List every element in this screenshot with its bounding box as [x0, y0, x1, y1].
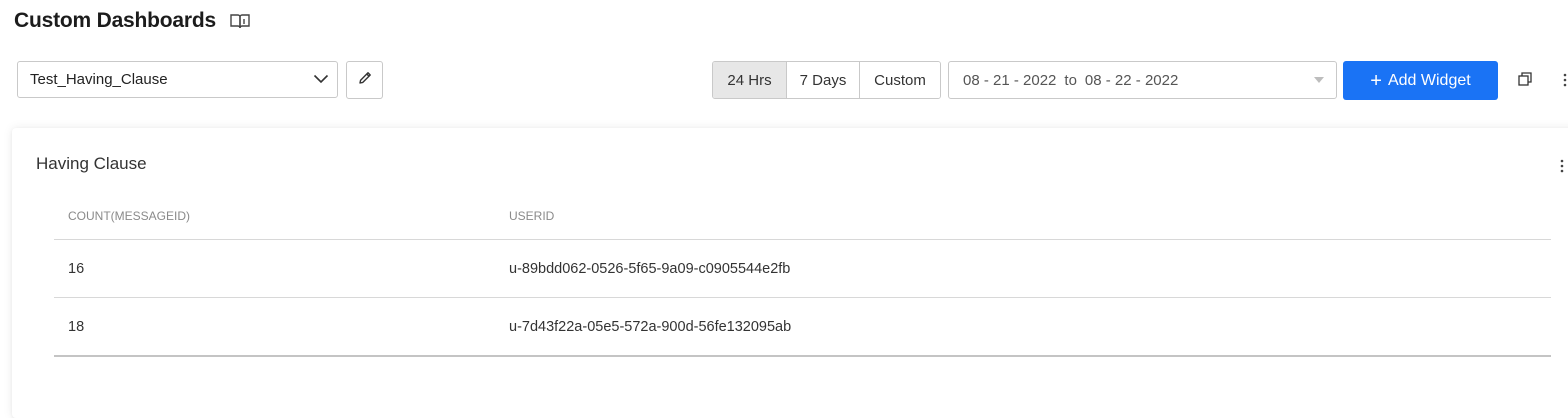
- add-widget-label: Add Widget: [1387, 71, 1471, 89]
- column-header-count[interactable]: COUNT(MESSAGEID): [54, 209, 509, 223]
- pencil-icon: [357, 70, 373, 91]
- table-row: 16 u-89bdd062-0526-5f65-9a09-c0905544e2f…: [54, 240, 1551, 298]
- date-from: 08 - 21 - 2022: [963, 71, 1057, 89]
- date-to: 08 - 22 - 2022: [1084, 71, 1179, 89]
- time-range-group: 24 Hrs 7 Days Custom: [712, 61, 941, 99]
- table-cell-count: 16: [68, 260, 85, 277]
- table-cell-userid: u-89bdd062-0526-5f65-9a09-c0905544e2fb: [509, 260, 791, 277]
- table-cell-count: 18: [68, 318, 85, 335]
- add-widget-button[interactable]: + Add Widget: [1343, 61, 1498, 100]
- table-cell-userid: u-7d43f22a-05e5-572a-900d-56fe132095ab: [509, 318, 792, 335]
- expand-icon[interactable]: [1518, 72, 1532, 86]
- caret-down-icon: [1314, 77, 1324, 83]
- date-separator: to: [1064, 71, 1077, 89]
- page-header: Custom Dashboards: [14, 6, 252, 36]
- table-header: COUNT(MESSAGEID) USERID: [54, 193, 1551, 240]
- plus-icon: +: [1370, 69, 1382, 92]
- table-row: 18 u-7d43f22a-05e5-572a-900d-56fe132095a…: [54, 298, 1551, 357]
- range-custom-button[interactable]: Custom: [860, 62, 940, 98]
- more-vertical-icon[interactable]: [1562, 72, 1568, 88]
- book-icon[interactable]: [230, 12, 252, 30]
- date-range-picker[interactable]: 08 - 21 - 2022 to 08 - 22 - 2022: [948, 61, 1337, 99]
- range-24hrs-button[interactable]: 24 Hrs: [713, 62, 787, 98]
- range-7days-button[interactable]: 7 Days: [787, 62, 860, 98]
- page-title: Custom Dashboards: [14, 9, 216, 32]
- results-table: COUNT(MESSAGEID) USERID 16 u-89bdd062-05…: [54, 193, 1551, 357]
- dashboard-select[interactable]: Test_Having_Clause: [17, 61, 338, 98]
- edit-dashboard-button[interactable]: [346, 61, 383, 99]
- chevron-down-icon: [313, 71, 329, 88]
- widget-title: Having Clause: [36, 154, 147, 173]
- widget-more-vertical-icon[interactable]: [1559, 158, 1565, 174]
- column-header-userid[interactable]: USERID: [509, 209, 1551, 223]
- dashboard-select-value: Test_Having_Clause: [30, 71, 168, 88]
- widget-card: Having Clause COUNT(MESSAGEID) USERID 16…: [12, 128, 1568, 418]
